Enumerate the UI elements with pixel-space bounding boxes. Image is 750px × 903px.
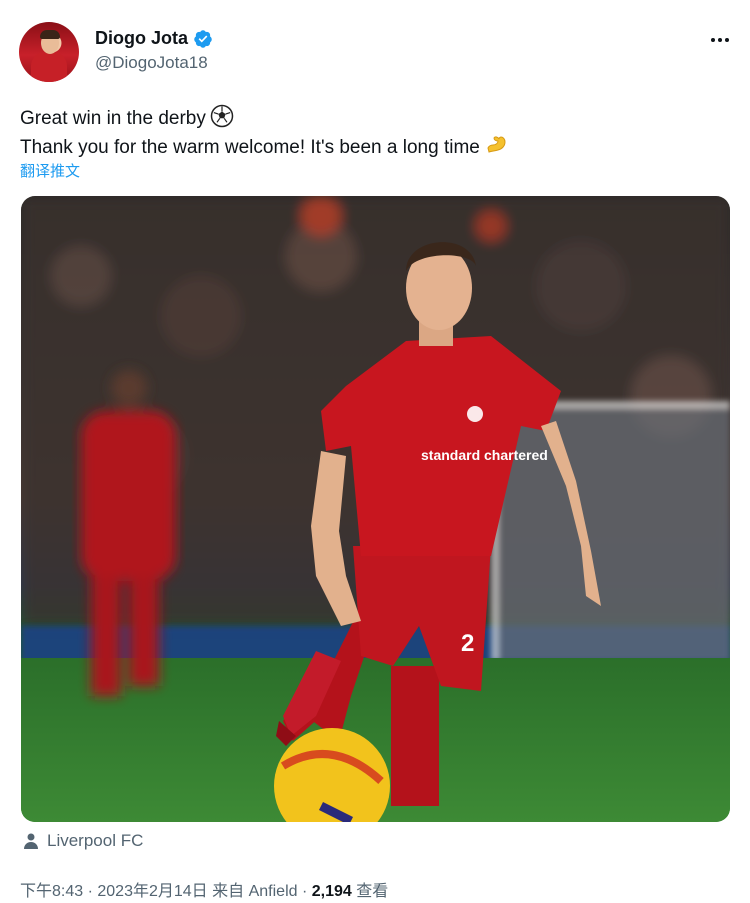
photo-illustration: standard chartered 2 — [21, 196, 730, 822]
soccer-ball-emoji — [210, 104, 234, 128]
views-label: 查看 — [356, 883, 389, 900]
author-handle[interactable]: @DiogoJota18 — [95, 53, 208, 73]
source-prefix: 来自 — [212, 883, 245, 900]
author-name-row: Diogo Jota — [95, 28, 213, 49]
avatar-hair — [40, 30, 60, 39]
shirt-number: 2 — [461, 630, 474, 657]
person-icon — [24, 833, 38, 849]
tweet-text: Great win in the derby Thank you for the… — [20, 104, 510, 161]
tweet-meta: 下午8:43 · 2023年2月14日 来自 Anfield · 2,194 查… — [20, 883, 389, 900]
tweet-date[interactable]: 2023年2月14日 — [97, 883, 207, 900]
display-name[interactable]: Diogo Jota — [95, 28, 188, 49]
tweet-line-1: Great win in the derby — [20, 108, 206, 129]
location-label: Liverpool FC — [47, 831, 144, 850]
tweet-line-2: Thank you for the warm welcome! It's bee… — [20, 137, 480, 158]
avatar[interactable] — [19, 22, 79, 82]
shirt-sponsor: standard chartered — [421, 447, 548, 463]
translate-tweet-link[interactable]: 翻译推文 — [20, 160, 80, 181]
more-options-icon[interactable] — [708, 28, 732, 52]
tagged-location[interactable]: Liverpool FC — [22, 831, 143, 851]
avatar-shirt — [31, 52, 67, 82]
source-label[interactable]: Anfield — [249, 883, 298, 900]
flexed-biceps-emoji — [487, 136, 506, 153]
tweet-time[interactable]: 下午8:43 — [20, 883, 83, 900]
tweet-photo[interactable]: standard chartered 2 — [21, 196, 730, 822]
views-count: 2,194 — [311, 883, 352, 900]
verified-badge-icon — [194, 29, 212, 48]
